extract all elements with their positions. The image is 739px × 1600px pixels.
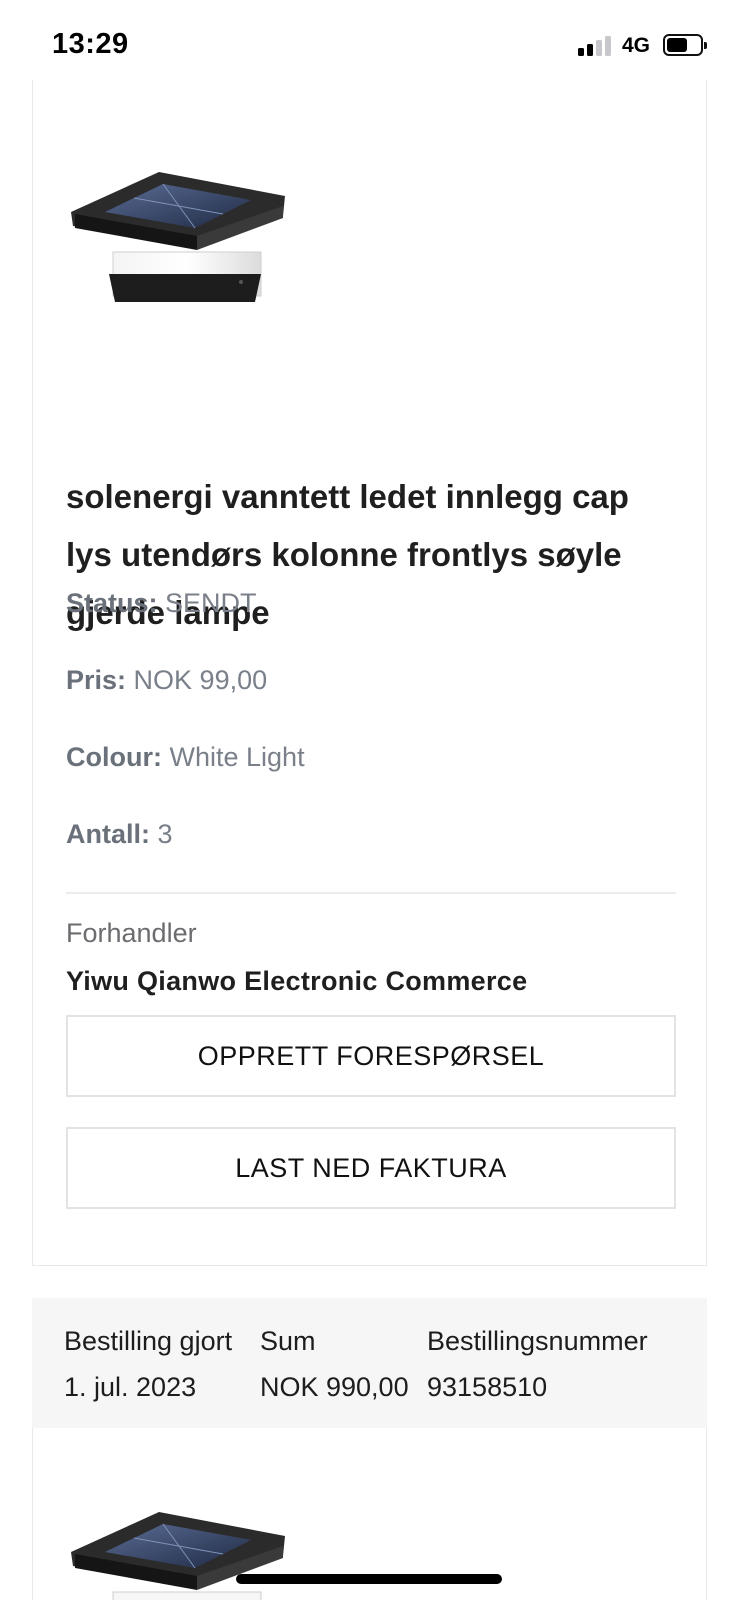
- order-date-label: Bestilling gjort: [64, 1326, 233, 1356]
- divider: [66, 892, 676, 894]
- order-sum-value: NOK 990,00: [260, 1372, 409, 1402]
- order-item-card: solenergi vanntett ledet innlegg cap lys…: [32, 80, 707, 1266]
- order-number-column: Bestillingsnummer 93158510: [427, 1318, 648, 1410]
- create-request-button[interactable]: OPPRETT FORESPØRSEL: [66, 1015, 676, 1097]
- product-image[interactable]: [71, 1510, 295, 1600]
- order-summary-header: Bestilling gjort 1. jul. 2023 Sum NOK 99…: [32, 1298, 707, 1428]
- order-date-column: Bestilling gjort 1. jul. 2023: [64, 1318, 232, 1410]
- product-image[interactable]: [71, 170, 295, 320]
- quantity-value: 3: [157, 819, 173, 849]
- order-number-label: Bestillingsnummer: [427, 1326, 648, 1356]
- home-indicator[interactable]: [236, 1574, 502, 1584]
- quantity-row: Antall: 3: [66, 819, 173, 850]
- download-invoice-button[interactable]: LAST NED FAKTURA: [66, 1127, 676, 1209]
- quantity-label: Antall:: [66, 819, 150, 849]
- colour-row: Colour: White Light: [66, 742, 305, 773]
- dealer-name[interactable]: Yiwu Qianwo Electronic Commerce: [66, 966, 527, 997]
- order-sum-column: Sum NOK 990,00: [260, 1318, 409, 1410]
- status-label: Status:: [66, 588, 158, 618]
- signal-strength-icon: [578, 36, 614, 56]
- order-sum-label: Sum: [260, 1326, 316, 1356]
- price-label: Pris:: [66, 665, 127, 695]
- price-value: NOK 99,00: [133, 665, 268, 695]
- status-value: SENDT: [165, 588, 257, 618]
- status-row: Status: SENDT: [66, 588, 257, 619]
- dealer-label: Forhandler: [66, 918, 197, 948]
- network-type: 4G: [622, 34, 651, 57]
- order-date-value: 1. jul. 2023: [64, 1372, 197, 1402]
- battery-icon: [663, 34, 707, 56]
- status-bar: 13:29 4G: [0, 0, 739, 88]
- order-number-value: 93158510: [427, 1372, 548, 1402]
- price-row: Pris: NOK 99,00: [66, 665, 267, 696]
- status-time: 13:29: [52, 28, 129, 60]
- colour-label: Colour:: [66, 742, 162, 772]
- colour-value: White Light: [169, 742, 305, 772]
